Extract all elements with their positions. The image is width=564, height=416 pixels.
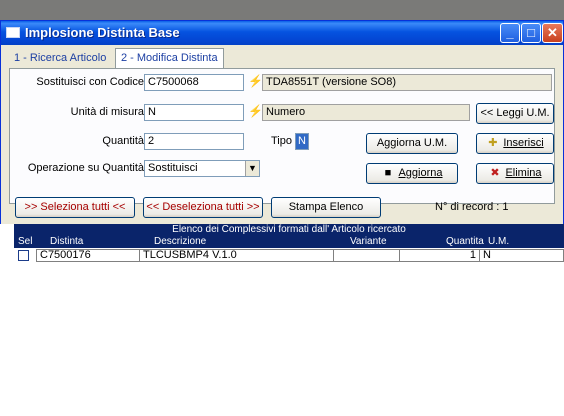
col-variante[interactable]: Variante <box>350 236 387 248</box>
lightning-icon[interactable]: ⚡ <box>248 74 263 88</box>
maximize-icon[interactable]: □ <box>521 23 541 43</box>
tab-ricerca-articolo[interactable]: 1 - Ricerca Articolo <box>9 49 111 67</box>
window-title: Implosione Distinta Base <box>25 25 180 40</box>
codice-description: TDA8551T (versione SO8) <box>262 74 552 91</box>
col-distinta[interactable]: Distinta <box>50 236 83 248</box>
grid-header: Sel Distinta Descrizione Variante Quanti… <box>14 236 564 248</box>
delete-icon: ✖ <box>490 167 500 179</box>
deseleziona-tutti-button[interactable]: << Deseleziona tutti >> <box>143 197 263 218</box>
stampa-elenco-button[interactable]: Stampa Elenco <box>271 197 381 218</box>
insert-icon: ✚ <box>488 137 498 149</box>
seleziona-tutti-button[interactable]: >> Seleziona tutti << <box>15 197 135 218</box>
sostituisci-label: Sostituisci con Codice <box>36 76 144 88</box>
operazione-label: Operazione su Quantità <box>27 162 144 174</box>
tab-modifica-distinta[interactable]: 2 - Modifica Distinta <box>115 48 224 68</box>
title-bar[interactable]: Implosione Distinta Base _ □ ✕ <box>1 21 563 45</box>
grid-left-margin <box>0 224 14 416</box>
checkbox-icon[interactable] <box>18 250 29 261</box>
unita-input[interactable]: N <box>144 104 244 121</box>
aggiorna-label: Aggiorna <box>398 167 443 179</box>
col-quantita[interactable]: Quantita <box>446 236 484 248</box>
elimina-label: Elimina <box>505 167 542 179</box>
inserisci-label: Inserisci <box>503 137 544 149</box>
window-app-icon <box>6 27 20 38</box>
unita-label: Unità di misura <box>70 106 144 118</box>
cell-variante <box>334 249 400 262</box>
results-grid: Elenco dei Complessivi formati dall' Art… <box>14 224 564 416</box>
quantita-label: Quantità <box>102 135 144 147</box>
leggi-um-button[interactable]: << Leggi U.M. <box>476 103 554 124</box>
col-sel[interactable]: Sel <box>18 236 32 248</box>
dropdown-arrow-icon[interactable]: ▼ <box>245 161 259 176</box>
save-disk-icon: ■ <box>384 167 392 179</box>
lightning-icon[interactable]: ⚡ <box>248 104 263 118</box>
unita-description: Numero <box>262 104 470 121</box>
form-panel: Sostituisci con Codice C7500068 ⚡ TDA855… <box>9 68 555 204</box>
table-row[interactable]: C7500176 TLCUSBMP4 V.1.0 1 N <box>14 249 564 262</box>
col-um[interactable]: U.M. <box>488 236 509 248</box>
operazione-value: Sostituisci <box>148 162 198 174</box>
tipo-input[interactable]: N <box>295 133 309 150</box>
cell-um: N <box>480 249 564 262</box>
grid-caption: Elenco dei Complessivi formati dall' Art… <box>14 224 564 236</box>
operazione-select[interactable]: Sostituisci ▼ <box>144 160 260 177</box>
inserisci-button[interactable]: ✚ Inserisci <box>476 133 554 154</box>
aggiorna-um-button[interactable]: Aggiorna U.M. <box>366 133 458 154</box>
cell-quantita: 1 <box>400 249 480 262</box>
records-count: N° di record : 1 <box>435 201 509 213</box>
aggiorna-button[interactable]: ■ Aggiorna <box>366 163 458 184</box>
cell-distinta: C7500176 <box>36 249 140 262</box>
elimina-button[interactable]: ✖ Elimina <box>476 163 554 184</box>
col-descrizione[interactable]: Descrizione <box>154 236 206 248</box>
codice-input[interactable]: C7500068 <box>144 74 244 91</box>
tipo-label: Tipo <box>271 135 292 147</box>
cell-descrizione: TLCUSBMP4 V.1.0 <box>140 249 334 262</box>
minimize-icon[interactable]: _ <box>500 23 520 43</box>
close-icon[interactable]: ✕ <box>542 23 563 43</box>
quantita-input[interactable]: 2 <box>144 133 244 150</box>
